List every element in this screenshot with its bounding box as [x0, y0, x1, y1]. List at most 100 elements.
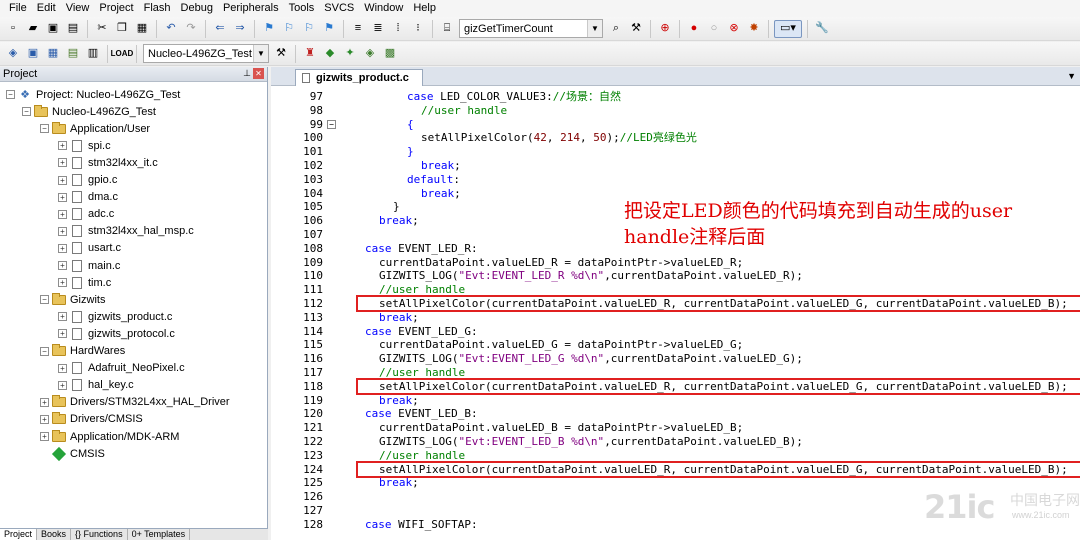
menu-project[interactable]: Project	[94, 0, 138, 17]
tree-folder-item[interactable]: CMSIS	[40, 445, 105, 462]
chevron-down-icon[interactable]: ▼	[587, 20, 602, 37]
configure-icon[interactable]: 🔧	[813, 20, 831, 38]
menu-peripherals[interactable]: Peripherals	[218, 0, 284, 17]
indent-icon[interactable]: ≡	[349, 20, 367, 38]
paste-icon[interactable]: ▦	[133, 20, 151, 38]
expand-icon[interactable]: +	[58, 363, 67, 373]
tree-file-item[interactable]: + spi.c	[58, 137, 111, 154]
expand-icon[interactable]: +	[58, 158, 67, 168]
expand-icon[interactable]: +	[58, 141, 67, 151]
expand-icon[interactable]: +	[58, 312, 67, 322]
bottom-tab-0[interactable]: Project	[0, 529, 38, 540]
find-icon[interactable]: ⌕	[607, 20, 625, 38]
tree-file-item[interactable]: + gizwits_product.c	[58, 308, 172, 325]
expand-icon[interactable]: +	[58, 175, 67, 185]
tree-file-item[interactable]: + Adafruit_NeoPixel.c	[58, 360, 185, 377]
tree-folder-item[interactable]: − Nucleo-L496ZG_Test	[22, 103, 156, 120]
menu-window[interactable]: Window	[359, 0, 408, 17]
batch-build-icon[interactable]: ▤	[64, 45, 82, 63]
incremental-find-icon[interactable]: ⚒	[627, 20, 645, 38]
window-layout-icon[interactable]: ▭▾	[774, 19, 802, 38]
bookmark-icon[interactable]: ⚑	[260, 20, 278, 38]
collapse-icon[interactable]: −	[40, 295, 49, 305]
prev-bookmark-icon[interactable]: ⚐	[280, 20, 298, 38]
tree-file-item[interactable]: + gpio.c	[58, 172, 117, 189]
undo-icon[interactable]: ↶	[162, 20, 180, 38]
tree-file-item[interactable]: + usart.c	[58, 240, 121, 257]
disable-breakpoint-icon[interactable]: ○	[705, 20, 723, 38]
expand-icon[interactable]: +	[58, 209, 67, 219]
menu-debug[interactable]: Debug	[176, 0, 218, 17]
tree-file-item[interactable]: + stm32l4xx_it.c	[58, 154, 158, 171]
tree-folder-item[interactable]: − Application/User	[40, 120, 150, 137]
select-packs-icon[interactable]: ◆	[321, 45, 339, 63]
collapse-icon[interactable]: −	[40, 346, 49, 356]
save-all-icon[interactable]: ▤	[64, 20, 82, 38]
close-icon[interactable]: ✕	[253, 68, 264, 79]
expand-icon[interactable]: +	[40, 397, 49, 407]
clear-bookmarks-icon[interactable]: ⚑	[320, 20, 338, 38]
manage-project-icon[interactable]: ♜	[301, 45, 319, 63]
manage-run-time-icon[interactable]: ✦	[341, 45, 359, 63]
menu-tools[interactable]: Tools	[284, 0, 320, 17]
find-combo[interactable]: gizGetTimerCount ▼	[459, 19, 603, 38]
redo-icon[interactable]: ↷	[182, 20, 200, 38]
new-file-icon[interactable]: ▫	[4, 20, 22, 38]
expand-icon[interactable]: +	[58, 226, 67, 236]
expand-icon[interactable]: +	[40, 414, 49, 424]
tree-file-item[interactable]: + adc.c	[58, 206, 114, 223]
open-folder-icon[interactable]: ▰	[24, 20, 42, 38]
comment-icon[interactable]: ⁞	[389, 20, 407, 38]
tree-file-item[interactable]: + dma.c	[58, 189, 118, 206]
tree-folder-item[interactable]: − ❖ Project: Nucleo-L496ZG_Test	[6, 86, 180, 103]
stop-build-icon[interactable]: ▥	[84, 45, 102, 63]
menu-help[interactable]: Help	[408, 0, 441, 17]
nav-forward-icon[interactable]: ⇒	[231, 20, 249, 38]
bottom-tab-1[interactable]: Books	[37, 529, 72, 540]
expand-icon[interactable]: +	[58, 329, 67, 339]
find-in-files-icon[interactable]: ⌸	[438, 20, 456, 38]
menu-svcs[interactable]: SVCS	[319, 0, 359, 17]
translate-icon[interactable]: ◈	[4, 45, 22, 63]
menu-file[interactable]: File	[4, 0, 32, 17]
tree-folder-item[interactable]: + Application/MDK-ARM	[40, 428, 179, 445]
chevron-down-icon[interactable]: ▼	[253, 45, 268, 62]
unindent-icon[interactable]: ≣	[369, 20, 387, 38]
menu-view[interactable]: View	[61, 0, 95, 17]
pin-icon[interactable]: ⊥	[243, 68, 251, 79]
copy-icon[interactable]: ❐	[113, 20, 131, 38]
expand-icon[interactable]: +	[58, 192, 67, 202]
software-packs-icon[interactable]: ▩	[381, 45, 399, 63]
rebuild-icon[interactable]: ▦	[44, 45, 62, 63]
collapse-icon[interactable]: −	[6, 90, 15, 99]
tree-file-item[interactable]: + gizwits_protocol.c	[58, 325, 175, 342]
tree-folder-item[interactable]: + Drivers/CMSIS	[40, 411, 143, 428]
expand-icon[interactable]: +	[58, 278, 67, 288]
bottom-tab-2[interactable]: {} Functions	[71, 529, 128, 540]
tree-file-item[interactable]: + stm32l4xx_hal_msp.c	[58, 223, 194, 240]
tree-folder-item[interactable]: − HardWares	[40, 343, 125, 360]
menu-flash[interactable]: Flash	[139, 0, 176, 17]
debug-session-icon[interactable]: ⊕	[656, 20, 674, 38]
expand-icon[interactable]: +	[58, 243, 67, 253]
breakpoint-icon[interactable]: ●	[685, 20, 703, 38]
kill-breakpoints-icon[interactable]: ✸	[745, 20, 763, 38]
tree-folder-item[interactable]: − Gizwits	[40, 291, 105, 308]
collapse-icon[interactable]: −	[22, 107, 31, 117]
tree-folder-item[interactable]: + Drivers/STM32L4xx_HAL_Driver	[40, 394, 230, 411]
tree-file-item[interactable]: + main.c	[58, 257, 120, 274]
uncomment-icon[interactable]: ⁝	[409, 20, 427, 38]
target-combo[interactable]: Nucleo-L496ZG_Test ▼	[143, 44, 269, 63]
next-bookmark-icon[interactable]: ⚐	[300, 20, 318, 38]
tab-list-icon[interactable]: ▼	[1067, 71, 1076, 81]
collapse-icon[interactable]: −	[40, 124, 49, 134]
expand-icon[interactable]: +	[40, 432, 49, 441]
disable-all-breakpoints-icon[interactable]: ⊗	[725, 20, 743, 38]
save-icon[interactable]: ▣	[44, 20, 62, 38]
target-options-icon[interactable]: ⚒	[272, 45, 290, 63]
build-icon[interactable]: ▣	[24, 45, 42, 63]
fold-toggle-icon[interactable]: −	[327, 119, 336, 129]
download-icon[interactable]: LOAD	[111, 45, 134, 63]
bottom-tab-3[interactable]: 0+ Templates	[128, 529, 191, 540]
expand-icon[interactable]: +	[58, 380, 67, 390]
